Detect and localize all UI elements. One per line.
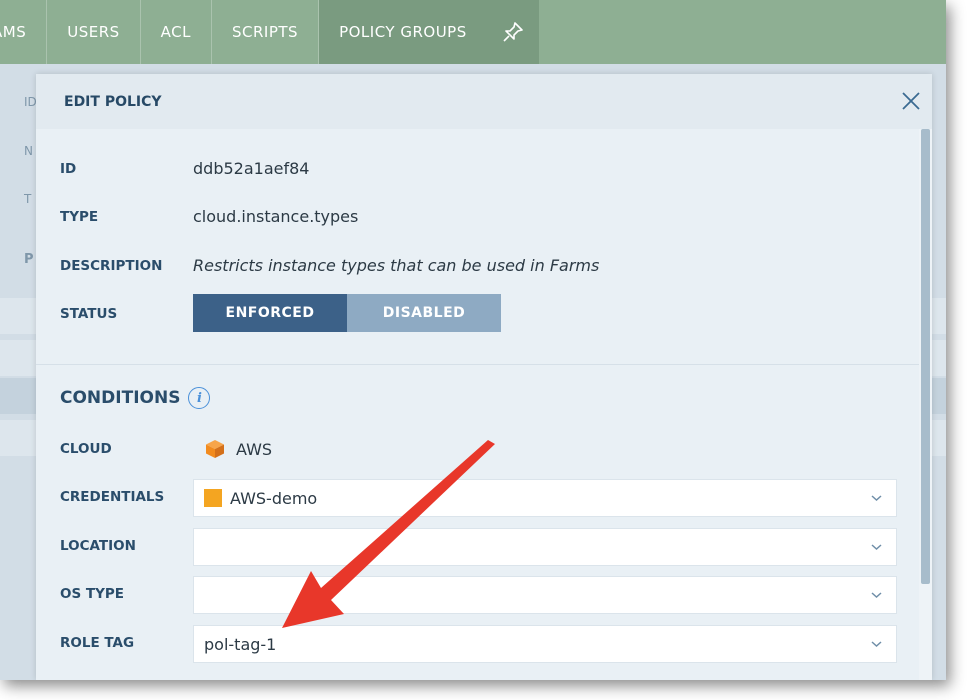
cloud-value-text: AWS [236, 439, 273, 459]
role-tag-label: ROLE TAG [60, 635, 135, 651]
credentials-color-icon [204, 489, 222, 507]
info-icon[interactable]: i [188, 387, 211, 409]
type-label: TYPE [60, 209, 99, 225]
edit-policy-dialog: EDIT POLICY ID ddb52a1aef84 TYPE cloud.i… [36, 74, 932, 680]
cloud-value: AWS [204, 438, 272, 460]
background-label: N [24, 144, 33, 158]
tab-scripts[interactable]: SCRIPTS [212, 0, 318, 64]
tab-teams[interactable]: AMS [0, 0, 46, 64]
id-label: ID [60, 161, 77, 177]
dialog-title: EDIT POLICY [64, 93, 162, 110]
os-type-label: OS TYPE [60, 586, 124, 602]
tab-acl[interactable]: ACL [141, 0, 211, 64]
enforced-button[interactable]: ENFORCED [193, 294, 347, 332]
role-tag-value: pol-tag-1 [204, 634, 277, 654]
credentials-label: CREDENTIALS [60, 489, 165, 505]
app-window: AMS USERS ACL SCRIPTS POLICY GROUPS ID N… [0, 0, 946, 680]
close-icon[interactable] [900, 90, 922, 112]
scrollbar-thumb[interactable] [921, 129, 930, 584]
chevron-down-icon [871, 544, 882, 551]
credentials-value: AWS-demo [230, 488, 318, 508]
id-value: ddb52a1aef84 [193, 159, 310, 178]
tab-policy-groups[interactable]: POLICY GROUPS [319, 0, 487, 64]
chevron-down-icon [871, 641, 882, 648]
dialog-header: EDIT POLICY [36, 74, 932, 129]
location-label: LOCATION [60, 538, 136, 554]
status-toggle: ENFORCED DISABLED [193, 294, 501, 332]
dialog-scrollbar[interactable] [919, 129, 932, 680]
description-value: Restricts instance types that can be use… [193, 256, 600, 275]
background-label: ID [24, 95, 37, 109]
chevron-down-icon [871, 592, 882, 599]
type-value: cloud.instance.types [193, 207, 359, 226]
background-label: P [24, 252, 34, 267]
status-label: STATUS [60, 306, 118, 322]
location-select[interactable] [193, 528, 897, 566]
aws-cube-icon [206, 440, 224, 458]
chevron-down-icon [871, 495, 882, 502]
disabled-button[interactable]: DISABLED [347, 294, 501, 332]
background-label: T [24, 192, 32, 206]
pin-icon[interactable] [486, 0, 539, 64]
description-label: DESCRIPTION [60, 258, 163, 274]
cloud-label: CLOUD [60, 441, 112, 457]
conditions-title: CONDITIONS [60, 388, 181, 408]
os-type-select[interactable] [193, 576, 897, 614]
tab-users[interactable]: USERS [47, 0, 139, 64]
top-navigation: AMS USERS ACL SCRIPTS POLICY GROUPS [0, 0, 946, 64]
conditions-heading: CONDITIONS i [60, 387, 211, 409]
role-tag-select[interactable]: pol-tag-1 [193, 625, 897, 663]
credentials-select[interactable]: AWS-demo [193, 479, 897, 517]
